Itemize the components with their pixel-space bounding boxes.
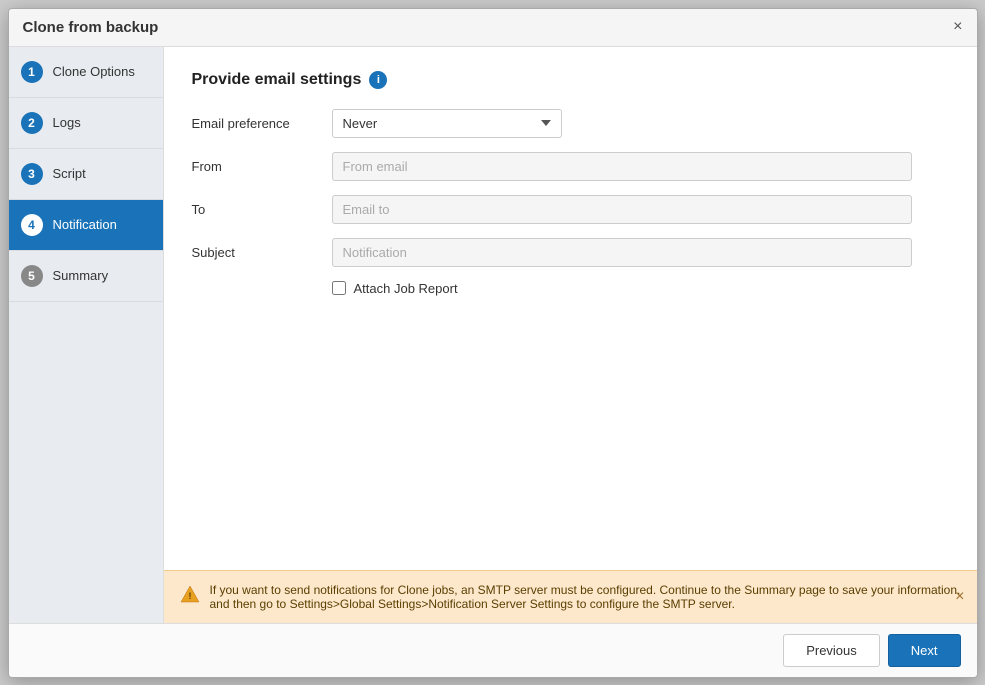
from-label: From (192, 159, 332, 174)
warning-icon: ! (180, 584, 200, 604)
email-preference-select[interactable]: Never On Success On Failure Always (332, 109, 562, 138)
step-badge-3: 3 (21, 163, 43, 185)
subject-input[interactable] (332, 238, 912, 267)
dialog-body: 1 Clone Options 2 Logs 3 Script (9, 47, 977, 623)
sidebar-label-notification: Notification (53, 217, 117, 232)
dialog-header: Clone from backup × (9, 9, 977, 47)
notification-message: If you want to send notifications for Cl… (210, 583, 961, 611)
sidebar-label-logs: Logs (53, 115, 81, 130)
to-label: To (192, 202, 332, 217)
notification-close-button[interactable]: × (955, 588, 964, 606)
next-button[interactable]: Next (888, 634, 961, 667)
from-control (332, 152, 912, 181)
step-badge-1: 1 (21, 61, 43, 83)
step-badge-2: 2 (21, 112, 43, 134)
to-input[interactable] (332, 195, 912, 224)
attach-job-report-row: Attach Job Report (332, 281, 949, 296)
from-input[interactable] (332, 152, 912, 181)
sidebar-label-summary: Summary (53, 268, 109, 283)
notification-bar: ! If you want to send notifications for … (164, 570, 977, 623)
sidebar-label-clone-options: Clone Options (53, 64, 135, 79)
step-badge-4: 4 (21, 214, 43, 236)
info-icon[interactable]: i (369, 71, 387, 89)
sidebar-item-summary[interactable]: 5 Summary (9, 251, 163, 302)
email-preference-label: Email preference (192, 116, 332, 131)
attach-job-report-checkbox[interactable] (332, 281, 346, 295)
section-title-container: Provide email settings i (192, 71, 949, 89)
subject-row: Subject (192, 238, 949, 267)
dialog-title: Clone from backup (23, 19, 159, 36)
content-area: Provide email settings i Email preferenc… (164, 47, 977, 570)
svg-text:!: ! (188, 591, 191, 601)
subject-label: Subject (192, 245, 332, 260)
sidebar: 1 Clone Options 2 Logs 3 Script (9, 47, 164, 623)
email-preference-row: Email preference Never On Success On Fai… (192, 109, 949, 138)
to-control (332, 195, 912, 224)
sidebar-item-logs[interactable]: 2 Logs (9, 98, 163, 149)
close-button[interactable]: × (953, 19, 962, 35)
subject-control (332, 238, 912, 267)
clone-from-backup-dialog: Clone from backup × 1 Clone Options 2 Lo… (8, 8, 978, 678)
email-preference-control: Never On Success On Failure Always (332, 109, 912, 138)
sidebar-label-script: Script (53, 166, 86, 181)
step-badge-5: 5 (21, 265, 43, 287)
dialog-footer: Previous Next (9, 623, 977, 677)
attach-job-report-label: Attach Job Report (354, 281, 458, 296)
to-row: To (192, 195, 949, 224)
from-row: From (192, 152, 949, 181)
sidebar-item-notification[interactable]: 4 Notification (9, 200, 163, 251)
sidebar-item-clone-options[interactable]: 1 Clone Options (9, 47, 163, 98)
main-content: Provide email settings i Email preferenc… (164, 47, 977, 623)
section-title-text: Provide email settings (192, 71, 362, 89)
previous-button[interactable]: Previous (783, 634, 880, 667)
sidebar-item-script[interactable]: 3 Script (9, 149, 163, 200)
